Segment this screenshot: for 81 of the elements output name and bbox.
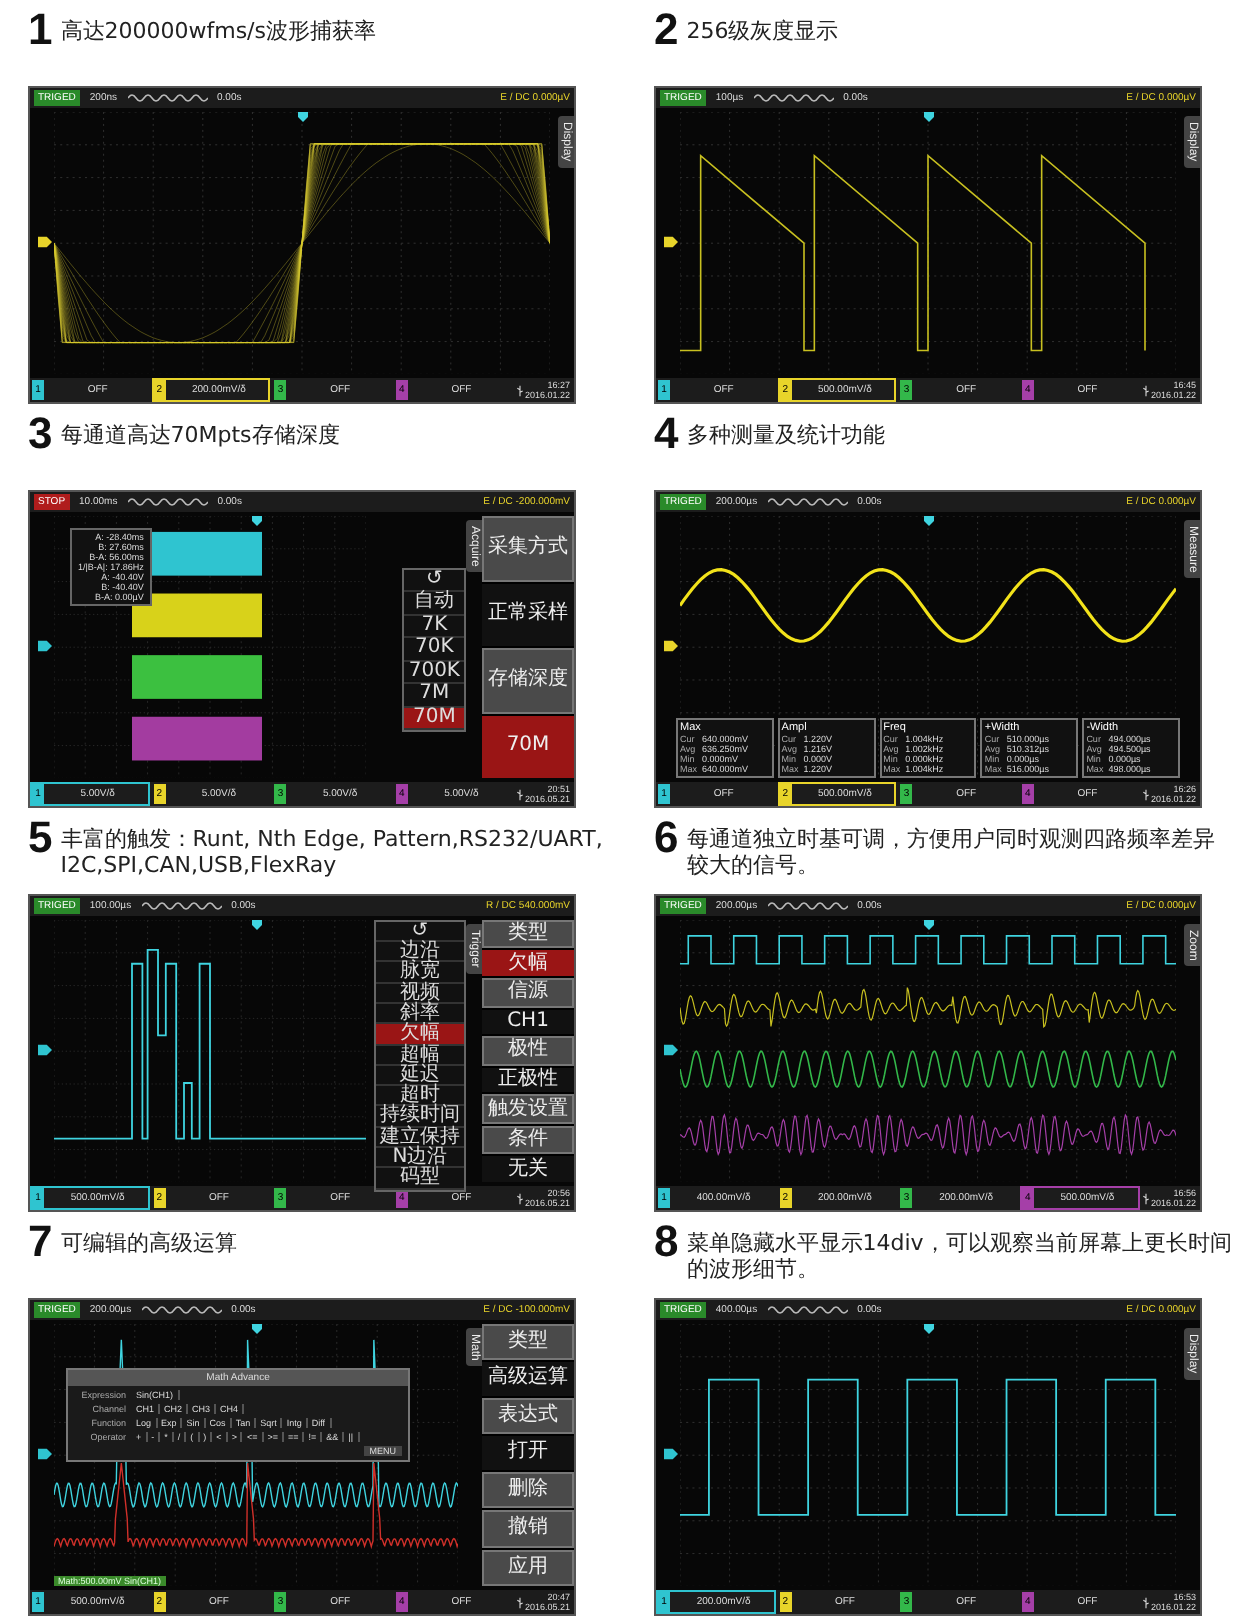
- usb-icon: [515, 383, 523, 397]
- waveform-overview-icon: [767, 899, 848, 912]
- menu-value[interactable]: 打开: [482, 1436, 574, 1470]
- feature-number: 3: [28, 412, 53, 456]
- feature-caption: 每通道独立时基可调，方便用户同时观测四路频率差异较大的信号。: [686, 824, 1217, 878]
- trigger-position-icon: [924, 111, 934, 122]
- waveform-overview-icon: [753, 91, 834, 104]
- menu-button[interactable]: 信源: [482, 977, 574, 1008]
- channel-marker-icon: [38, 1043, 52, 1056]
- menu-button[interactable]: 删除: [482, 1471, 574, 1509]
- feature-number: 2: [654, 8, 679, 52]
- list-option[interactable]: 70K: [404, 638, 464, 662]
- feature-caption: 多种测量及统计功能: [686, 420, 885, 448]
- waveform-overview-icon: [127, 495, 208, 508]
- menu-value[interactable]: 正常采样: [482, 583, 574, 646]
- list-option[interactable]: 7K: [404, 615, 464, 639]
- channel-marker-icon: [664, 1043, 678, 1056]
- trigger-position-icon: [298, 111, 308, 122]
- channel-marker-icon: [664, 639, 678, 652]
- feature-number: 1: [28, 8, 53, 52]
- usb-icon: [1141, 383, 1149, 397]
- usb-icon: [515, 1191, 523, 1205]
- channel-marker-icon: [38, 1447, 52, 1460]
- menu-button[interactable]: 类型: [482, 919, 574, 949]
- list-option[interactable]: 超幅: [376, 1045, 464, 1066]
- trigger-position-icon: [924, 1323, 934, 1334]
- channel-marker-icon: [664, 235, 678, 248]
- menu-button[interactable]: 采集方式: [482, 515, 574, 582]
- menu-value[interactable]: 高级运算: [482, 1362, 574, 1396]
- feature-number: 7: [28, 1220, 53, 1264]
- menu-button[interactable]: 极性: [482, 1036, 574, 1066]
- menu-button[interactable]: 触发设置: [482, 1094, 574, 1124]
- usb-icon: [1141, 1595, 1149, 1609]
- usb-icon: [1141, 787, 1149, 801]
- feature-number: 6: [654, 816, 679, 860]
- channel-marker-icon: [38, 639, 52, 652]
- menu-button[interactable]: 撤销: [482, 1510, 574, 1548]
- feature-caption: 丰富的触发：Runt, Nth Edge, Pattern,RS232/UART, I2C,SPI,CAN,USB,FlexRay: [60, 824, 605, 878]
- list-option[interactable]: 视频: [376, 983, 464, 1004]
- feature-caption: 高达200000wfms/s波形捕获率: [60, 16, 376, 44]
- menu-value[interactable]: 无关: [482, 1156, 574, 1183]
- menu-button[interactable]: 表达式: [482, 1397, 574, 1435]
- channel-marker-icon: [38, 235, 52, 248]
- waveform-overview-icon: [141, 899, 222, 912]
- feature-number: 4: [654, 412, 679, 456]
- list-option[interactable]: 脉宽: [376, 962, 464, 984]
- waveform-overview-icon: [127, 91, 208, 104]
- menu-value[interactable]: CH1: [482, 1009, 574, 1035]
- list-option[interactable]: 码型: [376, 1168, 464, 1190]
- feature-caption: 可编辑的高级运算: [60, 1228, 237, 1256]
- menu-value[interactable]: 欠幅: [482, 950, 574, 976]
- menu-value[interactable]: 正极性: [482, 1067, 574, 1093]
- feature-caption: 256级灰度显示: [686, 16, 839, 44]
- channel-marker-icon: [664, 1447, 678, 1460]
- list-option[interactable]: N边沿: [376, 1148, 464, 1169]
- waveform-overview-icon: [767, 495, 848, 508]
- trigger-position-icon: [924, 515, 934, 526]
- list-option[interactable]: 持续时间: [376, 1106, 464, 1128]
- list-option[interactable]: 700K: [404, 661, 464, 685]
- list-option[interactable]: 自动: [404, 592, 464, 616]
- feature-caption: 菜单隐藏水平显示14div，可以观察当前屏幕上更长时间的波形细节。: [686, 1228, 1234, 1282]
- waveform-overview-icon: [141, 1303, 222, 1316]
- feature-number: 5: [28, 816, 53, 860]
- trigger-position-icon: [924, 919, 934, 930]
- list-option[interactable]: 70M: [404, 707, 464, 731]
- usb-icon: [515, 1595, 523, 1609]
- menu-value[interactable]: 70M: [482, 715, 574, 778]
- trigger-position-icon: [252, 1323, 262, 1334]
- feature-caption: 每通道高达70Mpts存储深度: [60, 420, 340, 448]
- list-option[interactable]: 欠幅: [376, 1024, 464, 1046]
- trigger-position-icon: [252, 919, 262, 930]
- menu-button[interactable]: 存储深度: [482, 647, 574, 714]
- list-option[interactable]: ↺: [404, 569, 464, 593]
- feature-number: 8: [654, 1220, 679, 1264]
- menu-button[interactable]: 条件: [482, 1125, 574, 1155]
- menu-button[interactable]: 类型: [482, 1323, 574, 1361]
- usb-icon: [515, 787, 523, 801]
- usb-icon: [1141, 1191, 1149, 1205]
- menu-button[interactable]: 应用: [482, 1549, 574, 1586]
- waveform-overview-icon: [767, 1303, 848, 1316]
- trigger-position-icon: [252, 515, 262, 526]
